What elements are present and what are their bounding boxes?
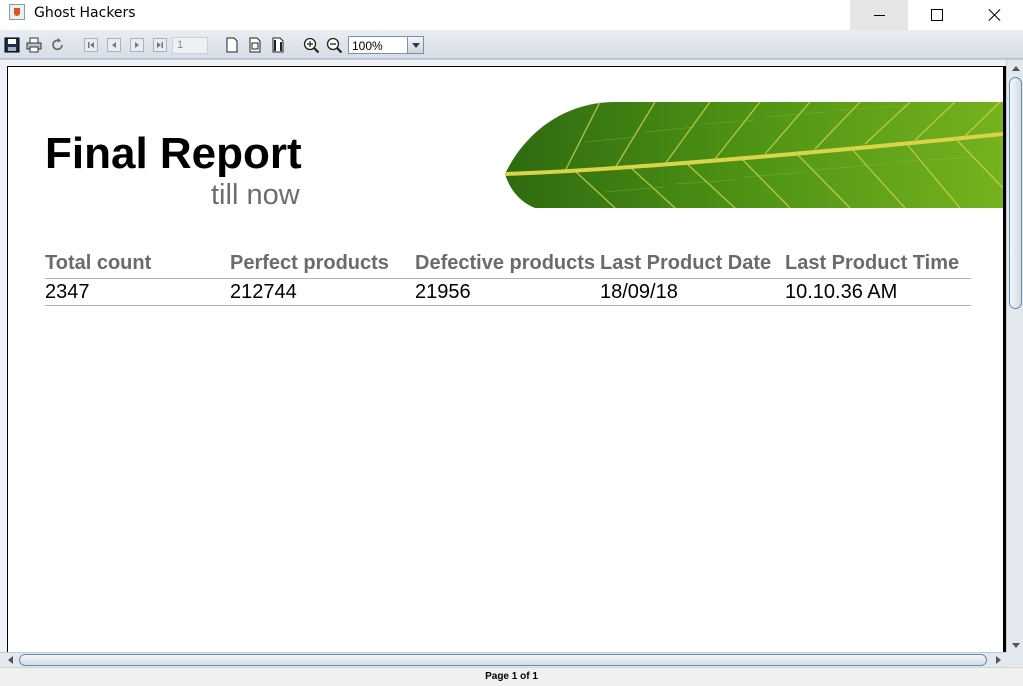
zoom-dropdown-button[interactable] — [407, 37, 423, 53]
column-header-last-product-date: Last Product Date — [600, 252, 772, 274]
horizontal-scrollbar[interactable] — [0, 652, 1006, 667]
first-page-button[interactable] — [82, 36, 100, 54]
column-header-defective-products: Defective products — [415, 252, 596, 274]
chevron-down-icon — [411, 42, 420, 48]
minimize-button[interactable] — [850, 0, 908, 30]
java-app-icon — [9, 4, 25, 20]
zoom-in-button[interactable] — [302, 36, 320, 54]
table-header-row: Total count Perfect products Defective p… — [45, 251, 971, 277]
cell-defective-products: 21956 — [415, 281, 471, 303]
vertical-scrollbar[interactable] — [1006, 60, 1023, 653]
maximize-button[interactable] — [908, 0, 966, 30]
fit-width-icon — [272, 37, 284, 53]
viewer-toolbar: 1 100% — [0, 30, 1023, 59]
actual-size-icon — [226, 37, 238, 53]
last-page-icon — [153, 38, 167, 52]
actual-size-button[interactable] — [223, 36, 241, 54]
print-icon — [26, 37, 42, 53]
last-page-button[interactable] — [151, 36, 169, 54]
report-viewport[interactable]: Final Report till now Total count Perfec… — [0, 59, 1023, 667]
next-page-button[interactable] — [128, 36, 146, 54]
fit-width-button[interactable] — [269, 36, 287, 54]
column-header-last-product-time: Last Product Time — [785, 252, 960, 274]
close-button[interactable] — [966, 0, 1023, 30]
reload-button[interactable] — [49, 36, 67, 54]
scrollbar-corner — [1006, 652, 1023, 666]
scroll-down-button[interactable] — [1007, 637, 1023, 653]
close-icon — [988, 8, 1002, 22]
print-button[interactable] — [25, 36, 43, 54]
fit-page-icon — [249, 37, 261, 53]
scroll-up-button[interactable] — [1007, 60, 1023, 76]
zoom-value: 100% — [352, 39, 383, 53]
fit-page-button[interactable] — [246, 36, 264, 54]
cell-last-product-time: 10.10.36 AM — [785, 281, 898, 303]
cell-total-count: 2347 — [45, 281, 90, 303]
previous-page-button[interactable] — [105, 36, 123, 54]
reload-icon — [52, 38, 63, 51]
leaf-banner-image — [505, 102, 1003, 208]
report-title: Final Report — [45, 129, 302, 178]
column-header-total-count: Total count — [45, 252, 152, 274]
vertical-scroll-thumb[interactable] — [1009, 77, 1022, 309]
arrow-down-icon — [1011, 642, 1020, 648]
arrow-right-icon — [995, 656, 1001, 664]
zoom-in-icon — [303, 37, 319, 53]
page-indicator: Page 1 of 1 — [485, 671, 538, 682]
save-button[interactable] — [3, 36, 21, 54]
scroll-right-button[interactable] — [990, 653, 1006, 667]
first-page-icon — [84, 38, 98, 52]
cell-last-product-date: 18/09/18 — [600, 281, 678, 303]
column-header-perfect-products: Perfect products — [230, 252, 389, 274]
arrow-left-icon — [7, 656, 13, 664]
page-number-input[interactable]: 1 — [172, 37, 208, 54]
zoom-out-button[interactable] — [325, 36, 343, 54]
zoom-out-icon — [326, 37, 342, 53]
status-bar: Page 1 of 1 — [0, 667, 1023, 686]
table-row: 2347 212744 21956 18/09/18 10.10.36 AM — [45, 278, 971, 306]
window-titlebar: Ghost Hackers — [0, 0, 1023, 30]
cell-perfect-products: 212744 — [230, 281, 297, 303]
window-title: Ghost Hackers — [34, 5, 136, 21]
report-subtitle: till now — [211, 179, 300, 211]
arrow-up-icon — [1011, 65, 1020, 71]
minimize-icon — [873, 14, 885, 16]
zoom-select[interactable]: 100% — [348, 36, 424, 54]
save-icon — [4, 37, 20, 53]
horizontal-scroll-thumb[interactable] — [19, 654, 987, 666]
previous-page-icon — [107, 38, 121, 52]
next-page-icon — [130, 38, 144, 52]
maximize-icon — [931, 9, 943, 21]
scroll-left-button[interactable] — [2, 653, 18, 667]
report-page: Final Report till now Total count Perfec… — [7, 66, 1006, 667]
